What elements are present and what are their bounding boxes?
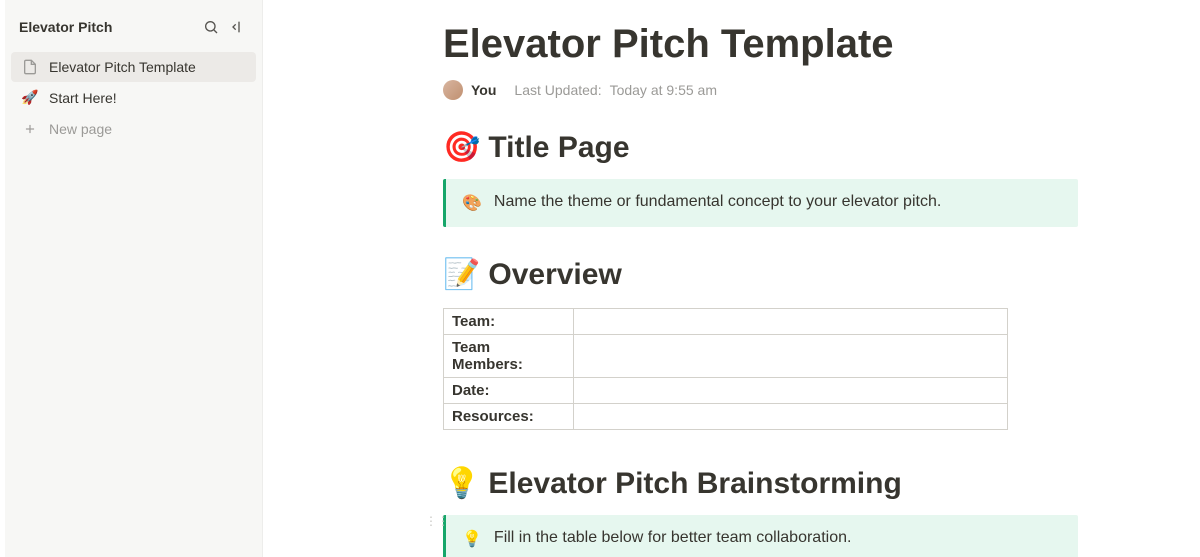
callout-title-page[interactable]: 🎨 Name the theme or fundamental concept … [443, 179, 1078, 227]
table-cell-value[interactable] [574, 404, 1008, 430]
page-title[interactable]: Elevator Pitch Template [443, 20, 1103, 68]
heading-title-page[interactable]: 🎯 Title Page [443, 130, 1103, 165]
rocket-icon: 🚀 [21, 89, 39, 107]
sidebar-item-start[interactable]: 🚀 Start Here! [11, 83, 256, 113]
last-updated-value: Today at 9:55 am [610, 82, 717, 98]
palette-icon: 🎨 [462, 193, 482, 213]
callout-text: Name the theme or fundamental concept to… [494, 193, 941, 213]
search-icon[interactable] [200, 16, 222, 38]
sidebar-item-label: Elevator Pitch Template [49, 59, 196, 75]
overview-table[interactable]: Team: Team Members: Date: Resources: [443, 308, 1008, 430]
callout-brainstorm[interactable]: 💡 Fill in the table below for better tea… [443, 515, 1078, 557]
table-cell-value[interactable] [574, 309, 1008, 335]
bulb-icon: 💡 [443, 466, 480, 501]
bulb-icon: 💡 [462, 529, 482, 549]
sidebar-item-label: Start Here! [49, 90, 117, 106]
heading-brainstorm[interactable]: 💡 Elevator Pitch Brainstorming [443, 466, 1103, 501]
table-row: Team: [444, 309, 1008, 335]
main-content: Elevator Pitch Template You Last Updated… [263, 0, 1200, 557]
table-cell-label[interactable]: Team: [444, 309, 574, 335]
heading-text: Title Page [488, 131, 629, 165]
target-icon: 🎯 [443, 130, 480, 165]
sidebar: Elevator Pitch Elevator Pitch Template 🚀… [5, 0, 263, 557]
sidebar-header: Elevator Pitch [5, 10, 262, 52]
new-page-label: New page [49, 121, 112, 137]
heading-text: Elevator Pitch Brainstorming [488, 467, 901, 501]
author-name[interactable]: You [471, 82, 496, 98]
document-icon [21, 58, 39, 76]
last-updated-label: Last Updated: [514, 82, 601, 98]
avatar[interactable] [443, 80, 463, 100]
table-cell-value[interactable] [574, 335, 1008, 378]
table-cell-label[interactable]: Resources: [444, 404, 574, 430]
workspace-title[interactable]: Elevator Pitch [19, 19, 200, 35]
memo-icon: 📝 [443, 257, 480, 292]
page-meta: You Last Updated: Today at 9:55 am [443, 80, 1103, 100]
callout-text: Fill in the table below for better team … [494, 529, 852, 549]
table-row: Date: [444, 378, 1008, 404]
new-page-button[interactable]: New page [11, 114, 256, 144]
drag-handle-icon[interactable]: ⋮⋮ [425, 514, 449, 528]
heading-text: Overview [488, 258, 621, 292]
sidebar-nav: Elevator Pitch Template 🚀 Start Here! Ne… [5, 52, 262, 144]
table-cell-value[interactable] [574, 378, 1008, 404]
sidebar-item-template[interactable]: Elevator Pitch Template [11, 52, 256, 82]
plus-icon [21, 120, 39, 138]
table-row: Resources: [444, 404, 1008, 430]
table-cell-label[interactable]: Team Members: [444, 335, 574, 378]
collapse-sidebar-icon[interactable] [226, 16, 248, 38]
table-cell-label[interactable]: Date: [444, 378, 574, 404]
heading-overview[interactable]: 📝Overview [443, 257, 1103, 292]
table-row: Team Members: [444, 335, 1008, 378]
